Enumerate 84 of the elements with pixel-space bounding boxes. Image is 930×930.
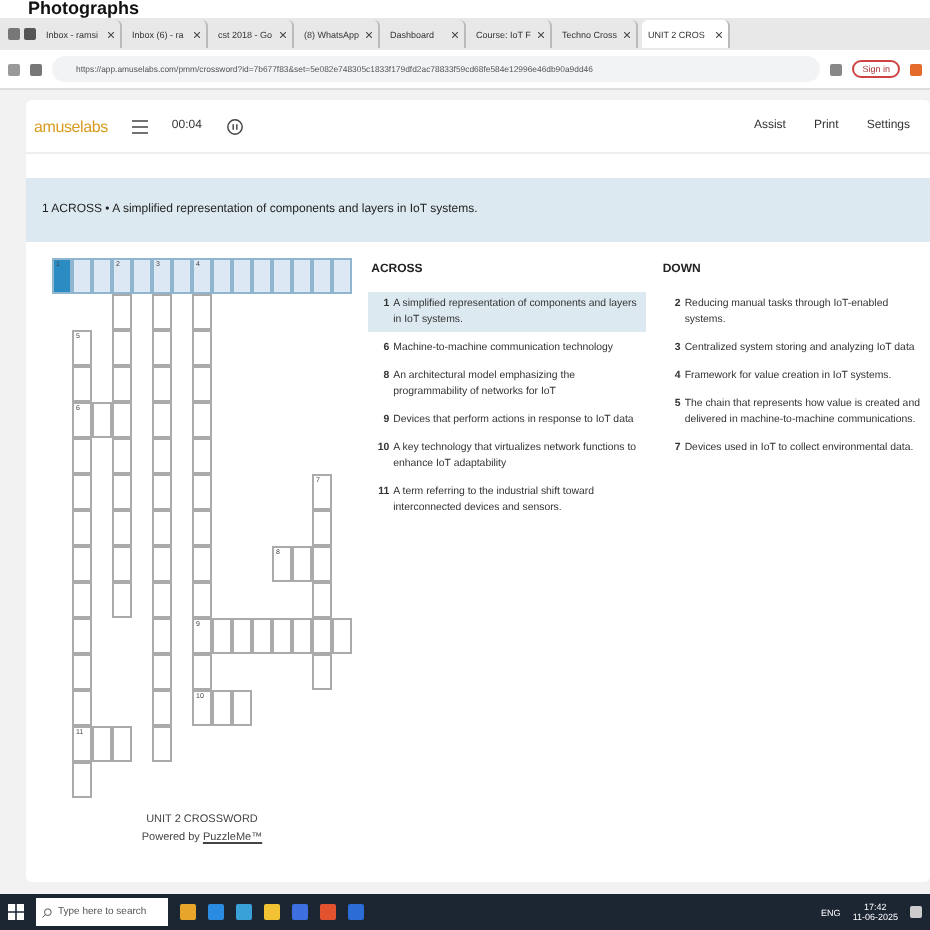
crossword-cell[interactable] (252, 618, 272, 654)
crossword-cell[interactable] (192, 438, 212, 474)
close-icon[interactable] (716, 31, 722, 37)
crossword-cell[interactable] (152, 726, 172, 762)
crossword-cell[interactable] (112, 726, 132, 762)
crossword-cell[interactable] (72, 762, 92, 798)
crossword-cell[interactable] (72, 654, 92, 690)
pause-icon[interactable] (225, 117, 244, 135)
crossword-cell[interactable] (252, 258, 272, 294)
crossword-cell[interactable] (152, 618, 172, 654)
crossword-cell[interactable] (112, 582, 132, 618)
crossword-cell[interactable] (152, 690, 172, 726)
crossword-cell[interactable] (312, 258, 332, 294)
crossword-cell[interactable] (312, 654, 332, 690)
crossword-cell[interactable] (232, 258, 252, 294)
crossword-cell[interactable] (152, 546, 172, 582)
crossword-cell[interactable] (152, 330, 172, 366)
crossword-cell[interactable] (312, 546, 332, 582)
crossword-cell[interactable] (172, 258, 192, 294)
crossword-cell[interactable] (112, 438, 132, 474)
crossword-cell[interactable] (332, 618, 352, 654)
crossword-cell[interactable] (292, 546, 312, 582)
crossword-cell[interactable] (232, 690, 252, 726)
crossword-cell[interactable] (272, 618, 292, 654)
crossword-cell[interactable] (332, 258, 352, 294)
windows-start-icon[interactable] (8, 904, 24, 920)
crossword-cell[interactable] (192, 474, 212, 510)
crossword-cell[interactable] (192, 510, 212, 546)
crossword-cell[interactable] (92, 258, 112, 294)
logo: amuselabs (34, 117, 108, 135)
close-icon[interactable] (280, 31, 286, 37)
crossword-cell[interactable] (132, 258, 152, 294)
crossword-cell[interactable] (72, 366, 92, 402)
crossword-cell[interactable] (112, 510, 132, 546)
crossword-cell[interactable] (152, 474, 172, 510)
crossword-cell[interactable] (112, 474, 132, 510)
crossword-cell[interactable] (212, 690, 232, 726)
menu-icon[interactable] (131, 119, 148, 133)
crossword-cell[interactable] (152, 654, 172, 690)
crossword-cell[interactable] (192, 330, 212, 366)
crossword-cell[interactable] (312, 582, 332, 618)
crossword-cell[interactable] (112, 366, 132, 402)
crossword-cell[interactable] (312, 618, 332, 654)
crossword-cell[interactable] (72, 546, 92, 582)
crossword-cell[interactable] (72, 582, 92, 618)
crossword-cell[interactable] (192, 546, 212, 582)
crossword-cell[interactable] (92, 402, 112, 438)
crossword-cell[interactable] (192, 402, 212, 438)
crossword-cell[interactable] (232, 618, 252, 654)
crossword-cell[interactable] (72, 690, 92, 726)
close-icon[interactable] (366, 31, 372, 37)
crossword-cell[interactable] (72, 438, 92, 474)
crossword-cell[interactable] (152, 510, 172, 546)
crossword-cell[interactable] (112, 294, 132, 330)
close-icon[interactable] (108, 31, 114, 37)
crossword-cell[interactable] (72, 510, 92, 546)
crossword-cell[interactable] (212, 258, 232, 294)
crossword-cell[interactable] (192, 294, 212, 330)
crossword-cell[interactable] (72, 618, 92, 654)
close-icon[interactable] (194, 31, 200, 37)
crossword-cell[interactable] (192, 654, 212, 690)
crossword-cell[interactable] (292, 618, 312, 654)
crossword-cell[interactable] (292, 258, 312, 294)
crossword-cell[interactable] (152, 402, 172, 438)
crossword-cell[interactable] (92, 726, 112, 762)
crossword-cell[interactable] (192, 582, 212, 618)
crossword-cell[interactable] (152, 438, 172, 474)
close-icon[interactable] (452, 31, 458, 37)
crossword-cell[interactable] (72, 258, 92, 294)
crossword-cell[interactable] (112, 546, 132, 582)
crossword-cell[interactable] (212, 618, 232, 654)
crossword-cell[interactable] (152, 582, 172, 618)
crossword-cell[interactable] (112, 402, 132, 438)
crossword-cell[interactable] (152, 294, 172, 330)
crossword-cell[interactable] (152, 366, 172, 402)
crossword-cell[interactable] (72, 474, 92, 510)
close-icon[interactable] (538, 31, 544, 37)
crossword-cell[interactable] (192, 366, 212, 402)
search-icon (42, 907, 52, 917)
close-icon[interactable] (624, 31, 630, 37)
crossword-cell[interactable] (112, 330, 132, 366)
crossword-cell[interactable] (272, 258, 292, 294)
crossword-cell[interactable] (312, 510, 332, 546)
page-heading: Photographs (28, 0, 139, 18)
